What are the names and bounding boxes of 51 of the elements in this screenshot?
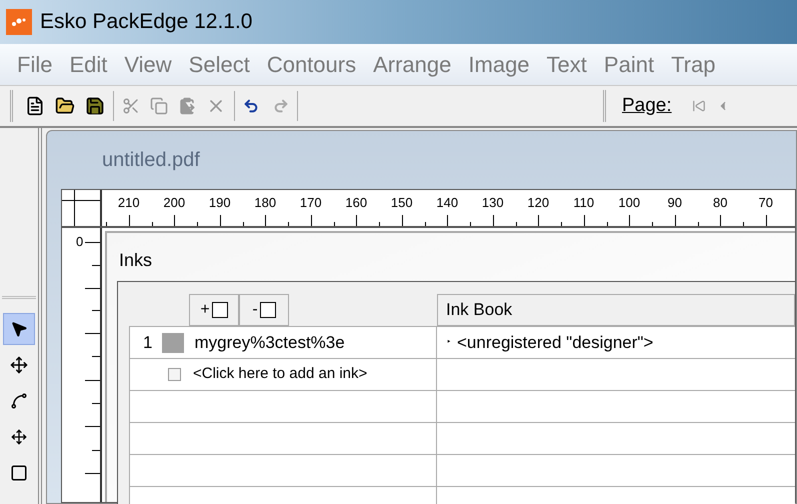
- ruler-label: 120: [527, 196, 550, 209]
- open-folder-icon[interactable]: [55, 96, 75, 116]
- add-ink-prompt[interactable]: <Click here to add an ink>: [193, 363, 368, 386]
- transform-icon: [11, 429, 27, 445]
- menu-item[interactable]: File: [17, 48, 52, 81]
- menu-item[interactable]: Edit: [69, 48, 108, 81]
- ruler-label: 210: [118, 196, 140, 209]
- ruler-label: 110: [573, 196, 594, 209]
- expand-marker[interactable]: ‣: [447, 335, 451, 350]
- ink-book-name: <unregistered "designer">: [457, 332, 654, 354]
- document-title: untitled.pdf: [102, 148, 200, 173]
- menu-item[interactable]: View: [124, 48, 172, 81]
- add-ink-checkbox[interactable]: [168, 368, 181, 381]
- ruler-label: 150: [390, 196, 413, 209]
- ruler-label: 100: [618, 196, 640, 209]
- window-title: Esko PackEdge 12.1.0: [40, 9, 252, 36]
- menu-item[interactable]: Arrange: [373, 48, 452, 81]
- ruler-label: 80: [713, 196, 728, 209]
- ruler-label: 200: [163, 196, 186, 209]
- panel-title: Inks: [119, 248, 152, 272]
- tool-button[interactable]: [3, 313, 35, 345]
- add-ink-button[interactable]: +: [189, 294, 239, 326]
- ruler-label: 180: [254, 196, 276, 209]
- remove-ink-button[interactable]: -: [239, 294, 289, 326]
- menu-item[interactable]: Trap: [671, 48, 716, 81]
- menu-item[interactable]: Image: [468, 48, 530, 81]
- pointer-icon: [10, 320, 28, 338]
- ruler-corner: [62, 190, 102, 226]
- ink-number: 1: [143, 332, 152, 354]
- move-icon: [10, 356, 28, 374]
- menu-item[interactable]: Text: [546, 48, 587, 81]
- curve-icon: [10, 392, 28, 410]
- ruler-label: 70: [758, 196, 773, 209]
- menu-item[interactable]: Paint: [604, 48, 654, 81]
- menu-item[interactable]: Contours: [266, 48, 356, 81]
- ruler-label: 0: [76, 233, 84, 251]
- undo-icon[interactable]: [243, 98, 259, 114]
- ruler-label: 160: [345, 196, 368, 209]
- ruler-label: 90: [668, 196, 682, 209]
- menu-item[interactable]: Select: [188, 48, 250, 81]
- column-header[interactable]: Ink Book: [437, 294, 795, 326]
- ruler-label: 170: [300, 196, 322, 209]
- save-icon[interactable]: [85, 96, 105, 116]
- ruler-label: 130: [482, 196, 504, 209]
- rectangle-icon: [10, 464, 28, 482]
- ruler-label: 140: [436, 196, 458, 209]
- ruler-label: 190: [208, 196, 231, 209]
- page-label: Page:: [622, 94, 672, 118]
- ink-name[interactable]: mygrey%3ctest%3e: [194, 330, 345, 356]
- app-logo-icon: [6, 9, 32, 35]
- new-document-icon[interactable]: [25, 96, 45, 116]
